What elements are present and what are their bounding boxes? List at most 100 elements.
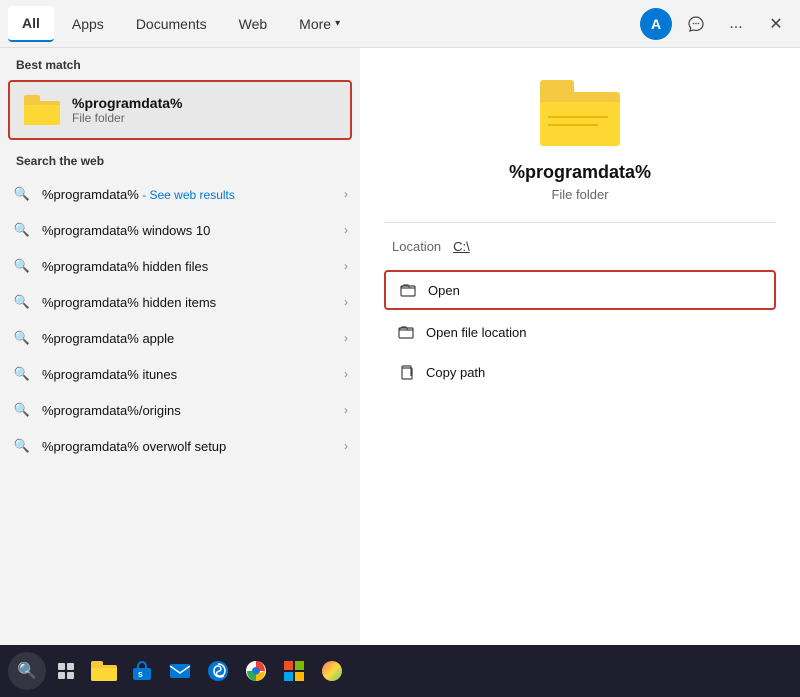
folder-icon	[22, 90, 62, 130]
close-icon: ✕	[769, 14, 782, 34]
location-value[interactable]: C:\	[453, 239, 470, 254]
taskbar: 🔍 S	[0, 645, 800, 697]
open-file-location-icon	[396, 322, 416, 342]
dots-label: ...	[729, 15, 742, 33]
svg-text:S: S	[138, 672, 143, 679]
chevron-down-icon: ▾	[335, 18, 340, 29]
web-result-text: %programdata% apple	[42, 331, 348, 346]
chevron-right-icon: ›	[344, 367, 348, 381]
open-action[interactable]: Open	[384, 270, 776, 310]
best-match-title: %programdata%	[72, 95, 182, 111]
taskbar-chrome[interactable]	[238, 653, 274, 689]
tab-web[interactable]: Web	[225, 6, 282, 42]
list-item[interactable]: 🔍 %programdata% - See web results ›	[0, 176, 360, 212]
more-options-button[interactable]: ...	[720, 8, 752, 40]
right-panel: %programdata% File folder Location C:\	[360, 48, 800, 697]
tab-all[interactable]: All	[8, 6, 54, 42]
open-file-location-action[interactable]: Open file location	[384, 314, 776, 350]
open-icon	[398, 280, 418, 300]
tab-documents-label: Documents	[136, 16, 207, 32]
best-match-subtitle: File folder	[72, 111, 182, 125]
chevron-right-icon: ›	[344, 295, 348, 309]
web-result-text: %programdata% hidden items	[42, 295, 348, 310]
file-explorer-icon	[91, 661, 117, 681]
location-label: Location	[392, 239, 441, 254]
taskbar-icon-1[interactable]	[276, 653, 312, 689]
best-match-item[interactable]: %programdata% File folder	[8, 80, 352, 140]
divider	[384, 222, 776, 223]
nav-bar: All Apps Documents Web More ▾ A	[0, 0, 800, 48]
large-folder-icon	[540, 80, 620, 146]
tab-apps[interactable]: Apps	[58, 6, 118, 42]
list-item[interactable]: 🔍 %programdata% overwolf setup ›	[0, 428, 360, 464]
taskbar-task-view[interactable]	[48, 653, 84, 689]
result-main: %programdata%/origins	[42, 403, 181, 418]
taskbar-mail[interactable]	[162, 653, 198, 689]
web-result-text: %programdata% itunes	[42, 367, 348, 382]
close-button[interactable]: ✕	[760, 8, 792, 40]
avatar[interactable]: A	[640, 8, 672, 40]
right-panel-title: %programdata%	[509, 162, 651, 183]
search-icon: 🔍	[12, 292, 32, 312]
best-match-label: Best match	[0, 48, 360, 76]
chevron-right-icon: ›	[344, 223, 348, 237]
open-label: Open	[428, 283, 460, 298]
list-item[interactable]: 🔍 %programdata% hidden files ›	[0, 248, 360, 284]
web-result-text: %programdata% overwolf setup	[42, 439, 348, 454]
right-actions: Open Open file location	[384, 270, 776, 390]
web-result-text: %programdata% hidden files	[42, 259, 348, 274]
web-results-list: 🔍 %programdata% - See web results › 🔍 %p…	[0, 172, 360, 468]
taskbar-search-button[interactable]: 🔍	[8, 652, 46, 690]
nav-tabs: All Apps Documents Web More ▾	[8, 6, 640, 42]
result-main: %programdata% overwolf setup	[42, 439, 226, 454]
nav-right: A ... ✕	[640, 8, 792, 40]
list-item[interactable]: 🔍 %programdata% hidden items ›	[0, 284, 360, 320]
open-file-location-label: Open file location	[426, 325, 526, 340]
taskbar-store[interactable]: S	[124, 653, 160, 689]
result-main: %programdata% hidden files	[42, 259, 208, 274]
chevron-right-icon: ›	[344, 439, 348, 453]
avatar-letter: A	[651, 16, 661, 32]
search-icon: 🔍	[12, 184, 32, 204]
search-icon: 🔍	[12, 436, 32, 456]
result-main: %programdata% apple	[42, 331, 174, 346]
result-main: %programdata% windows 10	[42, 223, 210, 238]
location-row: Location C:\	[384, 239, 776, 254]
web-result-text: %programdata% windows 10	[42, 223, 348, 238]
taskbar-icon-2[interactable]	[314, 653, 350, 689]
main-content: Best match %programdata% File folder Sea…	[0, 48, 800, 697]
left-panel: Best match %programdata% File folder Sea…	[0, 48, 360, 697]
chevron-right-icon: ›	[344, 187, 348, 201]
search-icon: 🔍	[12, 364, 32, 384]
list-item[interactable]: 🔍 %programdata%/origins ›	[0, 392, 360, 428]
tab-web-label: Web	[239, 16, 268, 32]
search-window: All Apps Documents Web More ▾ A	[0, 0, 800, 697]
copy-path-label: Copy path	[426, 365, 485, 380]
tab-all-label: All	[22, 15, 40, 31]
result-main: %programdata% hidden items	[42, 295, 216, 310]
taskbar-file-explorer[interactable]	[86, 653, 122, 689]
chevron-right-icon: ›	[344, 331, 348, 345]
list-item[interactable]: 🔍 %programdata% itunes ›	[0, 356, 360, 392]
list-item[interactable]: 🔍 %programdata% windows 10 ›	[0, 212, 360, 248]
copy-path-action[interactable]: Copy path	[384, 354, 776, 390]
result-suffix: - See web results	[139, 188, 235, 202]
tab-apps-label: Apps	[72, 16, 104, 32]
chevron-right-icon: ›	[344, 403, 348, 417]
tab-more-label: More	[299, 16, 331, 32]
search-icon: 🔍	[12, 256, 32, 276]
tab-documents[interactable]: Documents	[122, 6, 221, 42]
tab-more[interactable]: More ▾	[285, 6, 354, 42]
right-panel-subtitle: File folder	[551, 187, 608, 202]
taskbar-edge[interactable]	[200, 653, 236, 689]
web-result-text: %programdata% - See web results	[42, 187, 348, 202]
best-match-text: %programdata% File folder	[72, 95, 182, 125]
search-icon: 🔍	[12, 220, 32, 240]
search-icon: 🔍	[12, 328, 32, 348]
copy-path-icon	[396, 362, 416, 382]
list-item[interactable]: 🔍 %programdata% apple ›	[0, 320, 360, 356]
web-result-text: %programdata%/origins	[42, 403, 348, 418]
web-section-label: Search the web	[0, 144, 360, 172]
feedback-button[interactable]	[680, 8, 712, 40]
result-main: %programdata%	[42, 187, 139, 202]
